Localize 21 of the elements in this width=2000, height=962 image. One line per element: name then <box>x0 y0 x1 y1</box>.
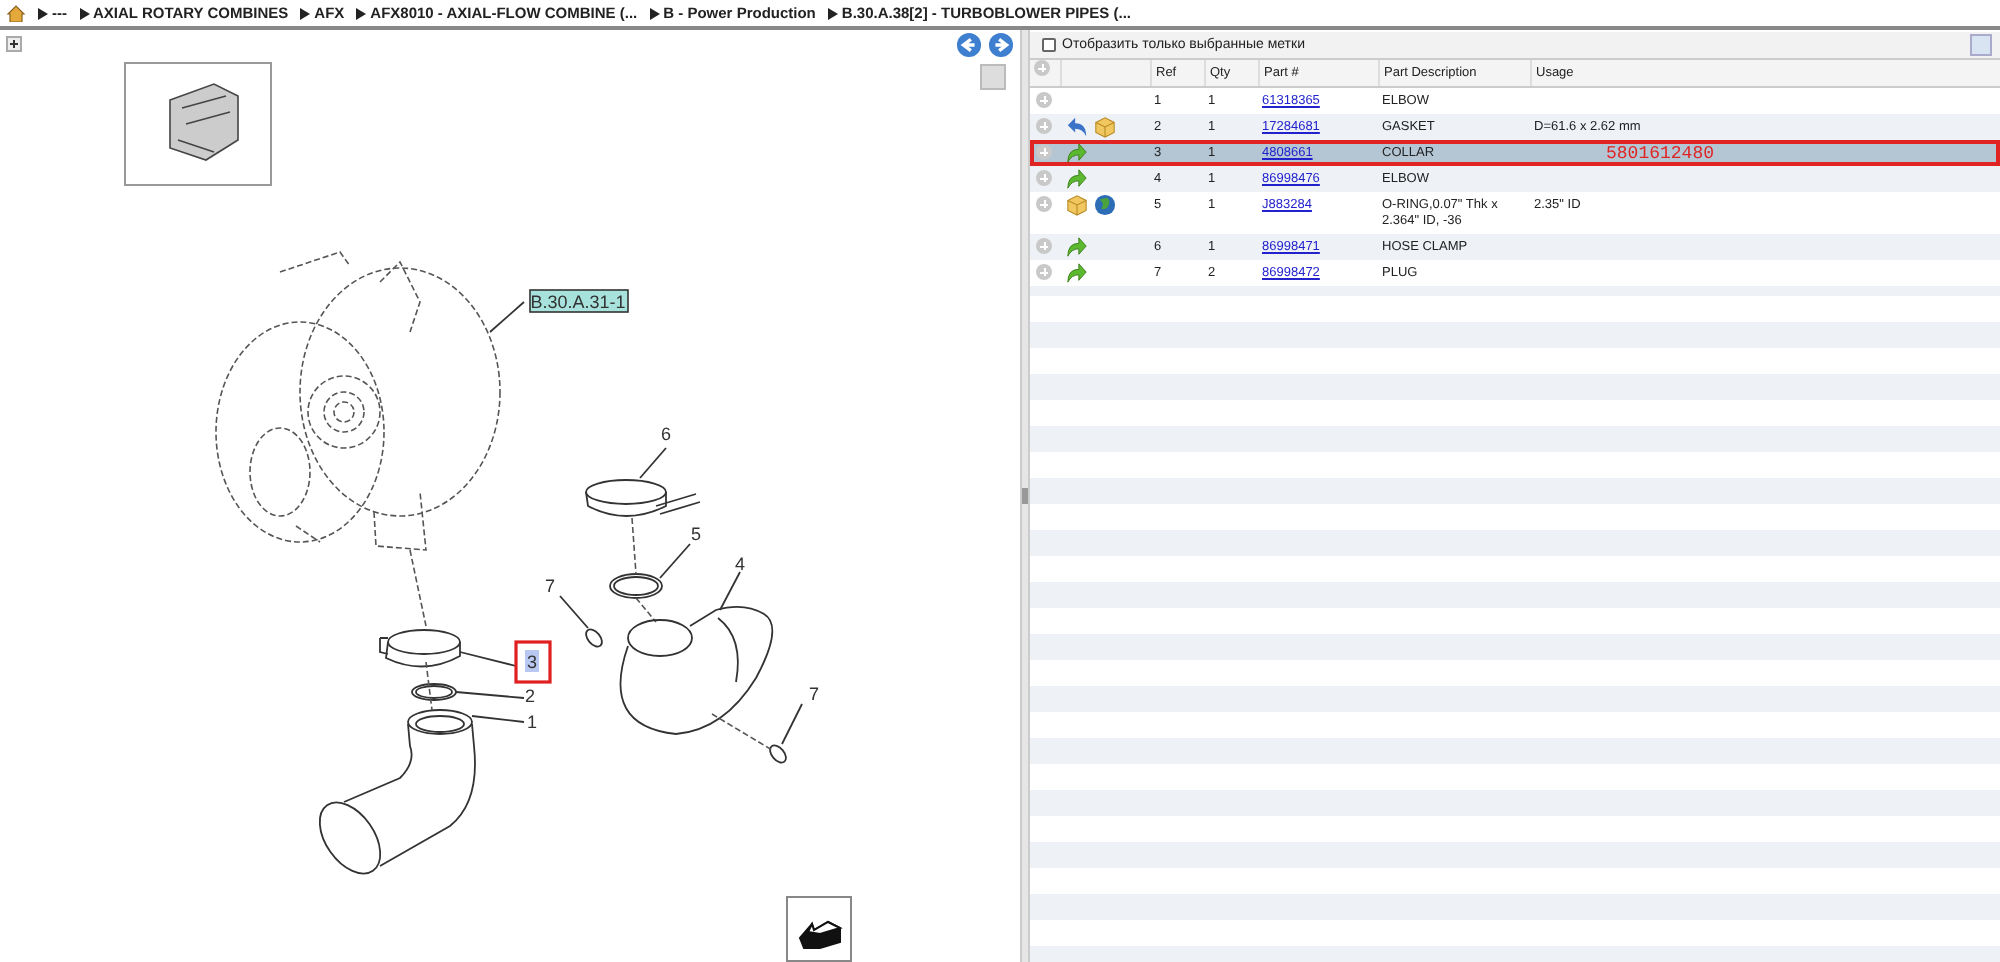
callout-label[interactable]: 6 <box>661 424 671 444</box>
home-icon[interactable] <box>6 4 26 22</box>
part-number-annotation: 5801612480 <box>1604 146 1715 162</box>
callout-label[interactable]: 4 <box>735 554 745 574</box>
callout-label[interactable]: 7 <box>809 684 819 704</box>
engine-thumbnail[interactable] <box>124 62 272 186</box>
splitter-handle[interactable] <box>1022 488 1028 504</box>
panel-toggle-icon[interactable] <box>1970 34 1992 56</box>
expand-all-icon[interactable] <box>1034 60 1050 76</box>
back-button[interactable] <box>956 31 982 57</box>
navigate-button[interactable] <box>786 896 852 962</box>
callout-label[interactable]: 2 <box>525 686 535 706</box>
reference-label[interactable]: B.30.A.31-1 <box>529 289 629 313</box>
forward-button[interactable] <box>988 31 1014 57</box>
callout-label[interactable]: 5 <box>691 524 701 544</box>
checkbox[interactable] <box>1042 38 1056 52</box>
callout-label[interactable]: 3 <box>514 640 552 684</box>
callout-label[interactable]: 1 <box>527 712 537 732</box>
callout-label[interactable]: 7 <box>545 576 555 596</box>
scroll-grip[interactable] <box>980 64 1006 90</box>
expand-button[interactable] <box>6 36 22 52</box>
